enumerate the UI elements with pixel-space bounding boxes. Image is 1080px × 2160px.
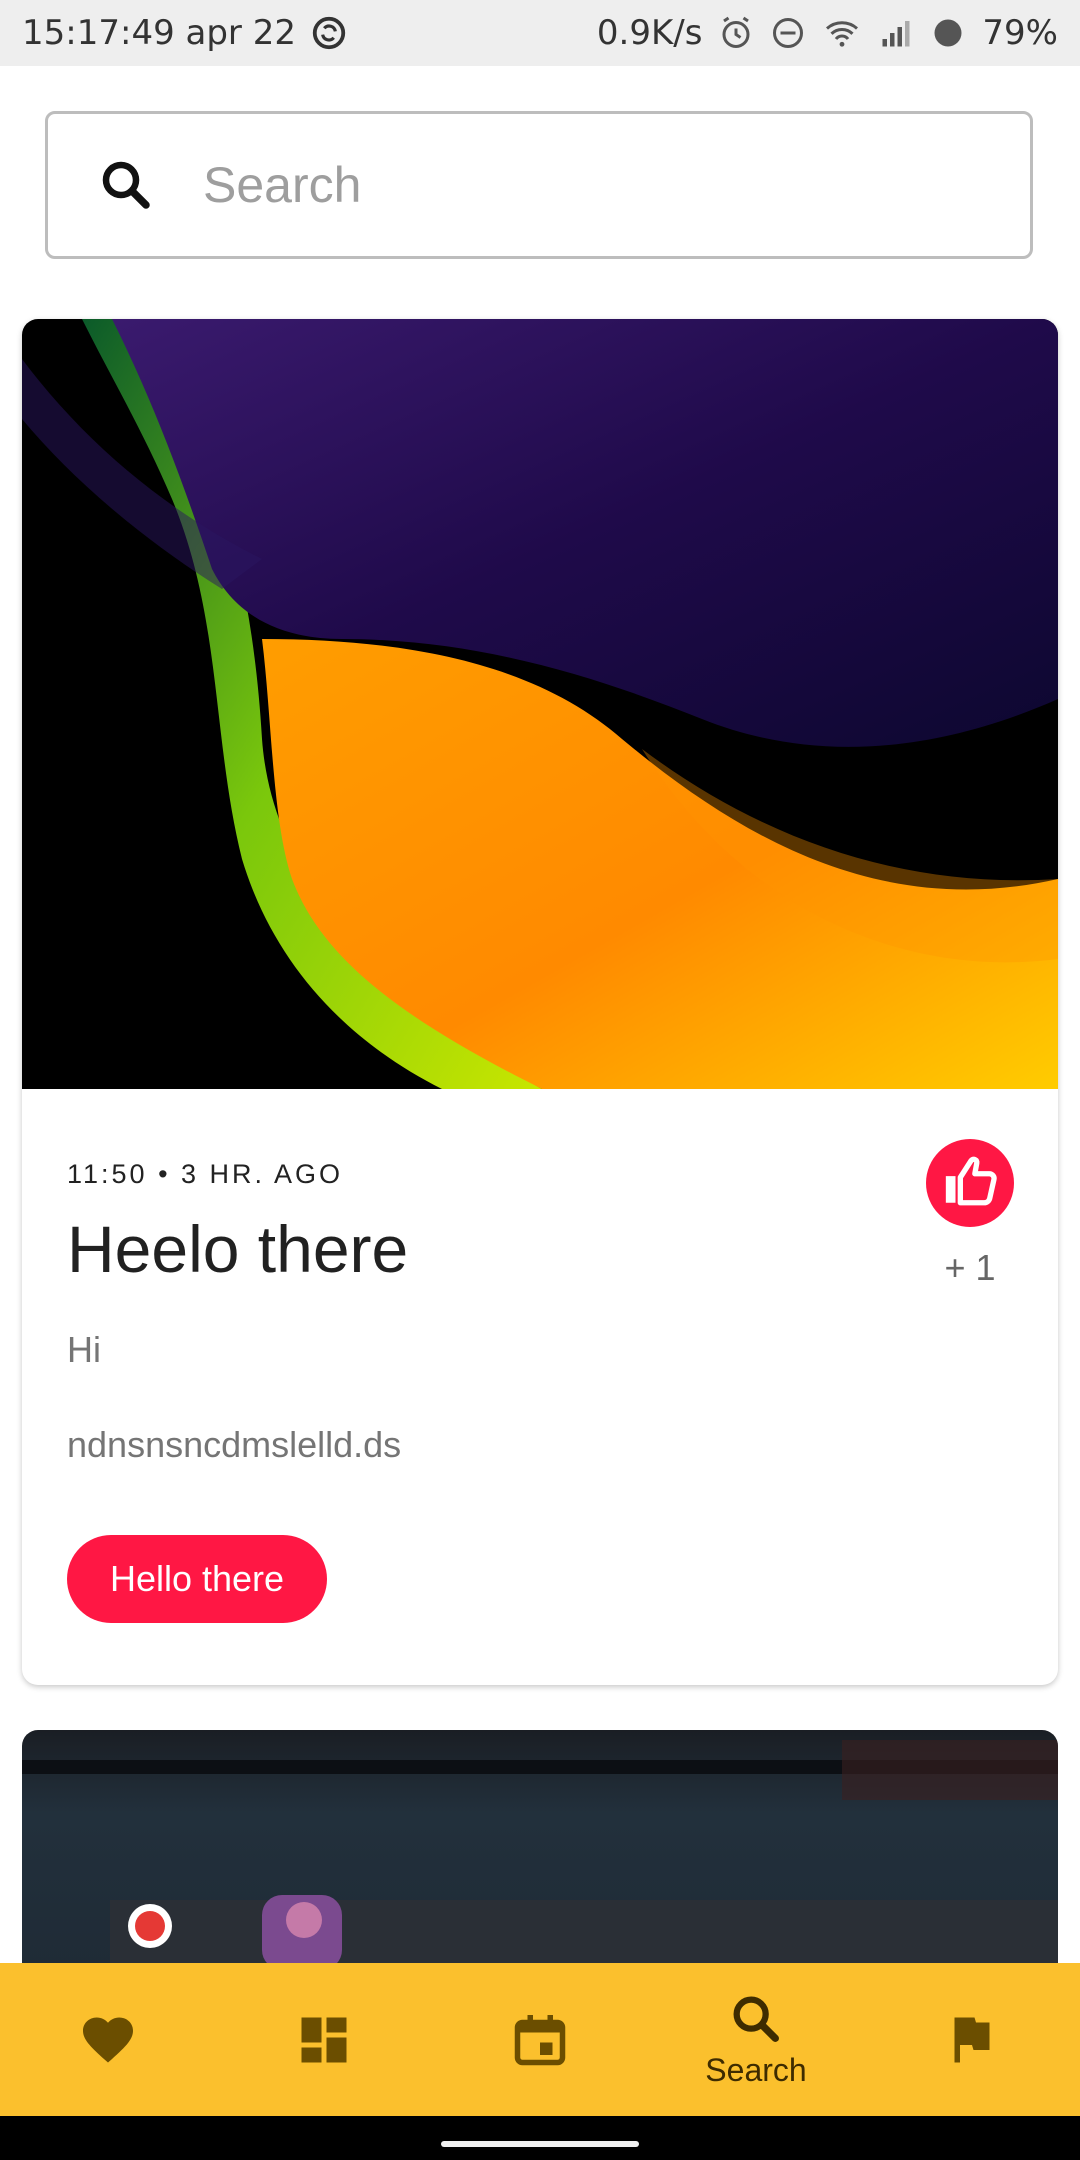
- home-indicator[interactable]: [441, 2141, 639, 2147]
- post-card-2[interactable]: [22, 1730, 1058, 1970]
- search-icon: [96, 155, 156, 215]
- dashboard-icon: [294, 2010, 354, 2070]
- nav-flag[interactable]: [864, 1963, 1080, 2116]
- post-card[interactable]: 11:50 • 3 HR. AGO Heelo there Hi ndnsnsn…: [22, 319, 1058, 1685]
- battery-percent: 79%: [982, 13, 1058, 53]
- wifi-icon: [822, 15, 862, 51]
- post-subtitle: Hi: [67, 1329, 101, 1370]
- heart-icon: [78, 2010, 138, 2070]
- flag-icon: [942, 2010, 1002, 2070]
- thumb-up-icon: [941, 1152, 999, 1215]
- search-bar[interactable]: [45, 111, 1033, 259]
- alarm-icon: [718, 15, 754, 51]
- nav-calendar[interactable]: [432, 1963, 648, 2116]
- search-icon: [727, 1990, 785, 2048]
- card-image-2: [22, 1730, 1058, 1970]
- calendar-icon: [510, 2010, 570, 2070]
- sync-icon: [310, 14, 348, 52]
- post-description: ndnsnsncdmslelld.ds: [67, 1424, 402, 1465]
- nav-favorites[interactable]: [0, 1963, 216, 2116]
- system-nav-bar: [0, 2116, 1080, 2160]
- nav-search[interactable]: Search: [648, 1963, 864, 2116]
- hello-there-button[interactable]: Hello there: [67, 1535, 327, 1623]
- nav-search-label: Search: [705, 2052, 807, 2088]
- status-net-speed: 0.9K/s: [596, 13, 703, 53]
- bottom-navigation: Search: [0, 1963, 1080, 2116]
- status-bar: 15:17:49 apr 22 0.9K/s 79%: [0, 0, 1080, 66]
- status-time-date: 15:17:49 apr 22: [22, 13, 296, 53]
- signal-icon: [878, 15, 914, 51]
- like-button[interactable]: [926, 1139, 1014, 1227]
- post-meta: 11:50 • 3 HR. AGO: [67, 1159, 344, 1189]
- nav-dashboard[interactable]: [216, 1963, 432, 2116]
- card-image: [22, 319, 1058, 1089]
- battery-icon: [930, 15, 966, 51]
- dnd-icon: [770, 15, 806, 51]
- like-count: + 1: [944, 1247, 996, 1288]
- search-input[interactable]: [201, 155, 965, 215]
- post-title: Heelo there: [67, 1212, 409, 1286]
